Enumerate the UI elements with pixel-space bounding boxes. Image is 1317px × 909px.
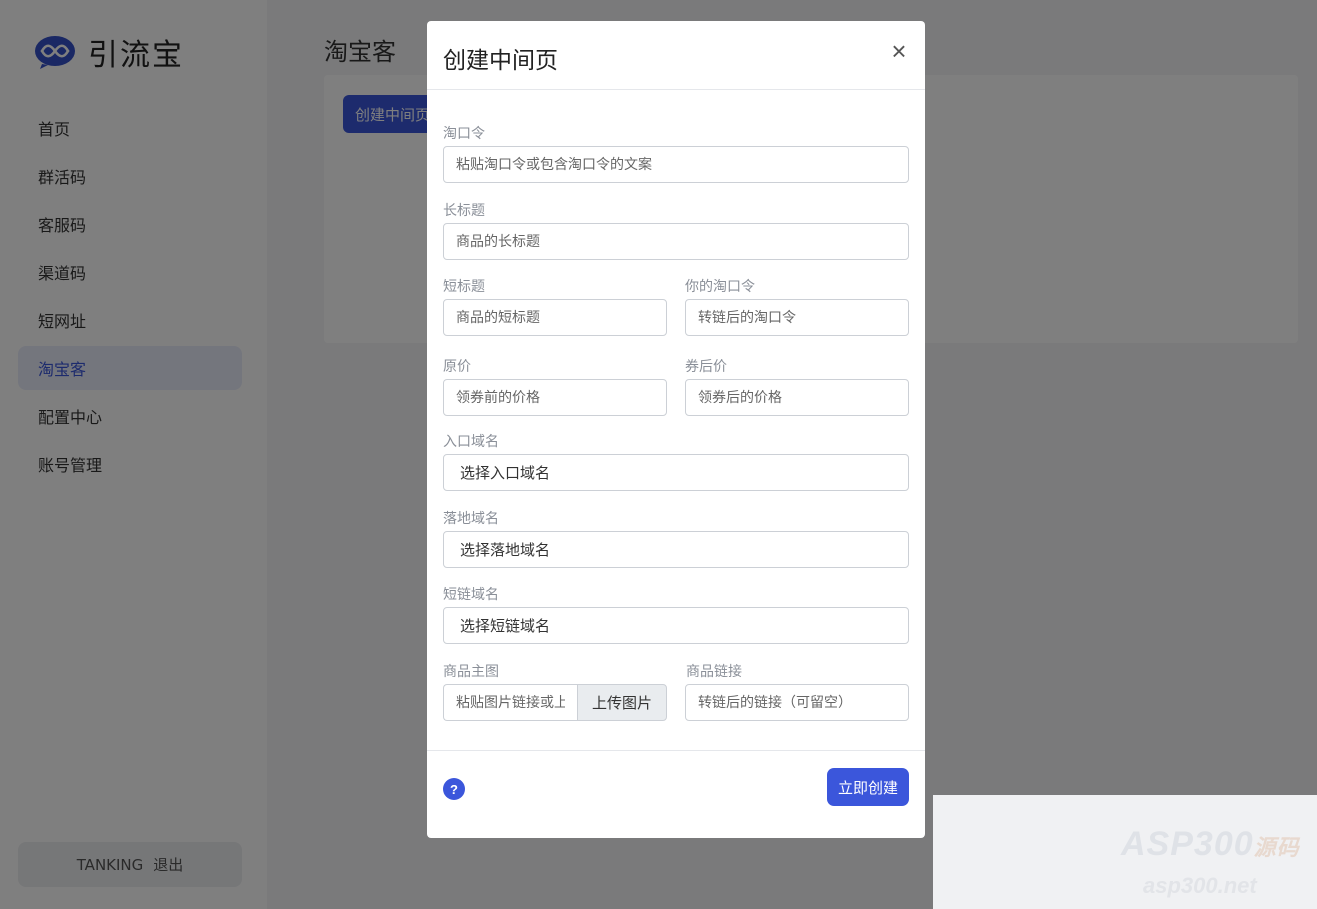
- watermark-brand: ASP300: [1121, 825, 1254, 863]
- long-title-label: 长标题: [443, 203, 485, 219]
- watermark: ASP300源码 asp300.net: [933, 795, 1317, 909]
- tkl-input[interactable]: [443, 146, 909, 183]
- watermark-text: ASP300源码: [1121, 825, 1300, 864]
- main-image-label: 商品主图: [443, 664, 499, 680]
- product-link-input[interactable]: [685, 684, 909, 721]
- entry-domain-select[interactable]: 选择入口域名: [443, 454, 909, 491]
- create-now-button[interactable]: 立即创建: [826, 768, 909, 806]
- product-link-label: 商品链接: [686, 664, 742, 680]
- main-image-group: 上传图片: [443, 684, 667, 721]
- watermark-url: asp300.net: [1143, 873, 1257, 898]
- original-price-label: 原价: [443, 359, 471, 375]
- watermark-brand-cn: 源码: [1253, 835, 1300, 860]
- tkl-label: 淘口令: [443, 126, 485, 142]
- modal-footer: ? 立即创建: [427, 750, 925, 838]
- help-icon[interactable]: ?: [443, 778, 465, 800]
- short-title-label: 短标题: [443, 279, 485, 295]
- your-tkl-label: 你的淘口令: [685, 279, 755, 295]
- landing-domain-label: 落地域名: [443, 511, 499, 527]
- your-tkl-input[interactable]: [685, 299, 909, 336]
- close-icon[interactable]: ×: [887, 37, 911, 65]
- coupon-price-label: 券后价: [685, 359, 727, 375]
- create-page-modal: 创建中间页 × 淘口令 长标题 短标题 你的淘口令 原价 券后价 入口域名 选择…: [427, 21, 925, 838]
- short-domain-select[interactable]: 选择短链域名: [443, 607, 909, 644]
- original-price-input[interactable]: [443, 379, 667, 416]
- modal-header: 创建中间页 ×: [427, 21, 925, 90]
- entry-domain-label: 入口域名: [443, 434, 499, 450]
- landing-domain-select[interactable]: 选择落地域名: [443, 531, 909, 568]
- main-image-input[interactable]: [443, 684, 577, 721]
- modal-title: 创建中间页: [443, 48, 558, 74]
- upload-image-button[interactable]: 上传图片: [577, 684, 667, 721]
- short-title-input[interactable]: [443, 299, 667, 336]
- short-domain-label: 短链域名: [443, 587, 499, 603]
- long-title-input[interactable]: [443, 223, 909, 260]
- coupon-price-input[interactable]: [685, 379, 909, 416]
